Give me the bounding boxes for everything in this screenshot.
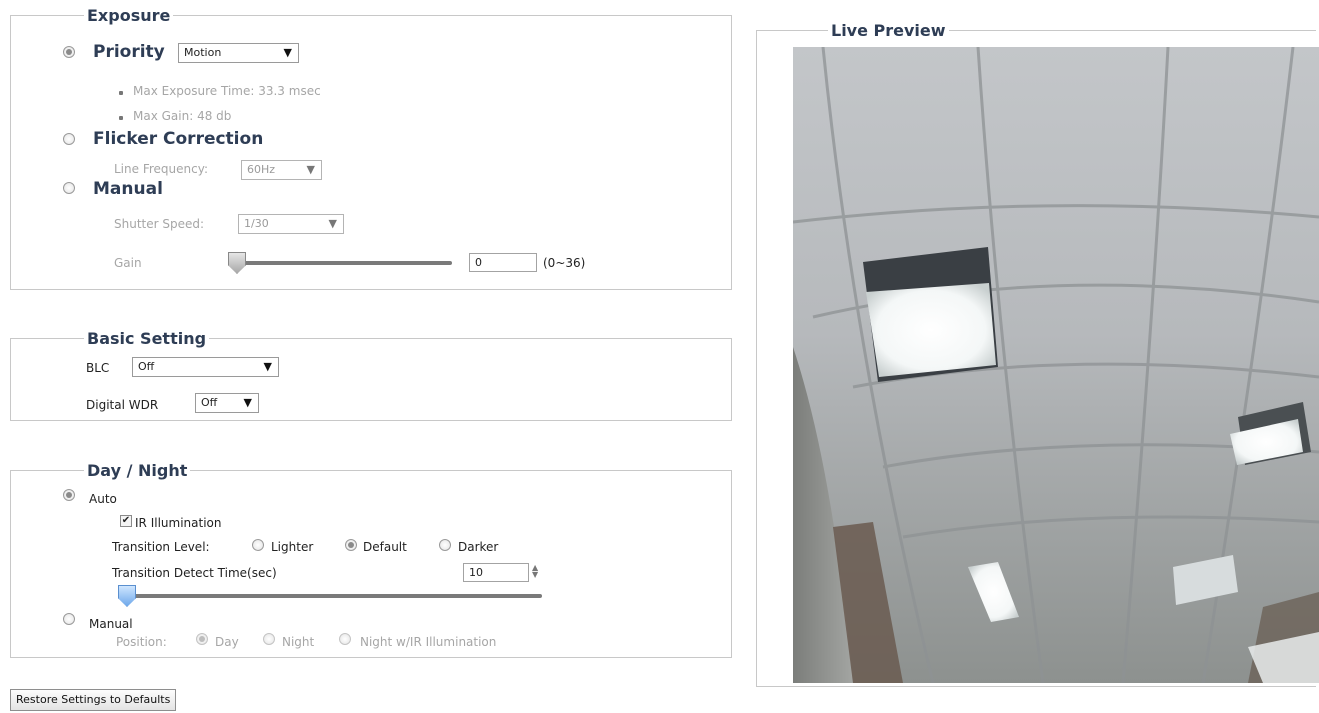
priority-select[interactable]: Motion ▼ — [178, 43, 299, 63]
transition-detect-time-label: Transition Detect Time(sec) — [112, 566, 277, 580]
flicker-correction-label: Flicker Correction — [93, 129, 264, 149]
day-night-auto-radio[interactable] — [63, 489, 75, 501]
line-frequency-label: Line Frequency: — [114, 162, 208, 176]
spinner-arrows-icon[interactable]: ▲ ▼ — [532, 564, 538, 579]
blc-select[interactable]: Off ▼ — [132, 357, 279, 377]
ir-illumination-checkbox[interactable]: ✔ — [120, 515, 132, 527]
position-night-label: Night — [282, 635, 315, 649]
transition-detect-time-input[interactable]: 10 — [463, 563, 529, 582]
position-day-radio[interactable] — [196, 633, 208, 645]
exposure-legend: Exposure — [84, 6, 174, 26]
shutter-speed-select[interactable]: 1/30 ▼ — [238, 214, 344, 234]
priority-radio[interactable] — [63, 46, 75, 58]
level-lighter-label: Lighter — [271, 540, 314, 554]
transition-level-label: Transition Level: — [112, 540, 210, 554]
level-default-label: Default — [363, 540, 407, 554]
digital-wdr-select[interactable]: Off ▼ — [195, 393, 259, 413]
live-preview-legend: Live Preview — [828, 21, 949, 41]
level-lighter-radio[interactable] — [252, 539, 264, 551]
gain-range-text: (0~36) — [543, 256, 586, 270]
line-frequency-value: 60Hz — [247, 163, 276, 176]
chevron-down-icon: ▼ — [263, 360, 272, 373]
bullet-icon — [119, 91, 123, 95]
level-default-radio[interactable] — [345, 539, 357, 551]
position-night-ir-label: Night w/IR Illumination — [360, 635, 497, 649]
position-night-ir-radio[interactable] — [339, 633, 351, 645]
priority-select-value: Motion — [184, 46, 222, 59]
gain-input[interactable]: 0 — [469, 253, 537, 272]
chevron-down-icon: ▼ — [243, 396, 252, 409]
gain-slider-track[interactable] — [234, 261, 452, 265]
gain-label: Gain — [114, 256, 142, 270]
manual-exposure-radio[interactable] — [63, 182, 75, 194]
live-preview-video[interactable] — [793, 47, 1319, 683]
level-darker-radio[interactable] — [439, 539, 451, 551]
level-darker-label: Darker — [458, 540, 499, 554]
basic-setting-legend: Basic Setting — [84, 329, 210, 349]
position-night-radio[interactable] — [263, 633, 275, 645]
line-frequency-select[interactable]: 60Hz ▼ — [241, 160, 322, 180]
blc-label: BLC — [86, 361, 110, 375]
shutter-speed-value: 1/30 — [244, 217, 269, 230]
position-day-label: Day — [215, 635, 239, 649]
shutter-speed-label: Shutter Speed: — [114, 217, 205, 231]
position-label: Position: — [116, 635, 167, 649]
bullet-icon — [119, 116, 123, 120]
restore-defaults-button[interactable]: Restore Settings to Defaults — [10, 689, 177, 711]
day-night-manual-label: Manual — [89, 617, 133, 631]
blc-value: Off — [138, 360, 155, 373]
chevron-down-icon: ▼ — [328, 217, 337, 230]
day-night-manual-radio[interactable] — [63, 613, 75, 625]
priority-label: Priority — [93, 42, 165, 62]
chevron-down-icon: ▼ — [306, 163, 315, 176]
max-exposure-time-text: Max Exposure Time: 33.3 msec — [133, 84, 321, 98]
chevron-down-icon: ▼ — [283, 46, 292, 59]
digital-wdr-value: Off — [201, 396, 218, 409]
digital-wdr-label: Digital WDR — [86, 398, 159, 412]
day-night-auto-label: Auto — [89, 492, 117, 506]
manual-exposure-label: Manual — [93, 179, 163, 199]
max-gain-text: Max Gain: 48 db — [133, 109, 232, 123]
flicker-correction-radio[interactable] — [63, 133, 75, 145]
ir-illumination-label: IR Illumination — [135, 516, 222, 530]
day-night-legend: Day / Night — [84, 461, 191, 481]
transition-detect-slider-track[interactable] — [124, 594, 542, 598]
